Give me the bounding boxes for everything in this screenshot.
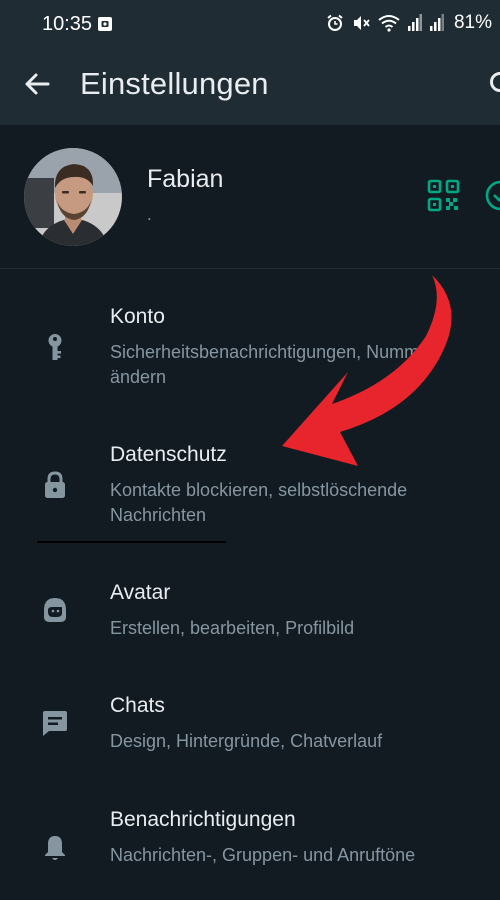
signal-icon-1: [407, 14, 422, 31]
settings-item-title: Konto: [110, 305, 165, 328]
avatar-photo: [24, 148, 122, 246]
avatar[interactable]: [24, 148, 122, 246]
back-arrow-icon[interactable]: [22, 69, 52, 99]
underline-annotation: [37, 541, 226, 543]
settings-item-title: Benachrichtigungen: [110, 808, 296, 831]
chat-icon: [43, 711, 67, 736]
profile-status: .: [147, 205, 152, 224]
settings-item-chats[interactable]: Chats Design, Hintergründe, Chatverlauf: [0, 678, 500, 773]
search-icon[interactable]: [488, 70, 500, 100]
bell-icon: [45, 836, 65, 860]
settings-item-title: Datenschutz: [110, 443, 227, 466]
wifi-icon: [378, 15, 400, 32]
status-bar: 10:35 81%: [0, 0, 500, 50]
lock-icon: [45, 471, 65, 498]
status-time: 10:35: [42, 13, 93, 35]
settings-item-subtitle: Design, Hintergründe, Chatverlauf: [110, 731, 383, 751]
settings-item-subtitle: Kontakte blockieren, selbstlöschende Nac…: [110, 480, 408, 525]
page-title: Einstellungen: [80, 66, 269, 101]
settings-item-subtitle: Nachrichten-, Gruppen- und Anruftöne: [110, 845, 416, 865]
app-bar: Einstellungen: [0, 50, 500, 125]
settings-item-title: Chats: [110, 694, 165, 717]
mute-icon: [353, 16, 370, 30]
profile-section[interactable]: Fabian .: [0, 125, 500, 269]
settings-item-datenschutz[interactable]: Datenschutz Kontakte blockieren, selbstl…: [0, 428, 500, 543]
settings-item-konto[interactable]: Konto Sicherheitsbenachrichtigungen, Num…: [0, 290, 500, 410]
qr-code-icon[interactable]: [427, 179, 460, 212]
alarm-icon: [327, 14, 343, 31]
signal-icon-2: [429, 14, 444, 31]
screenshot-notification-icon: [98, 17, 112, 31]
expand-chevron-icon[interactable]: [484, 179, 500, 212]
status-icons: 81%: [326, 12, 492, 34]
profile-divider: [0, 268, 500, 269]
settings-screen: 10:35 81% Einstellungen Fabian . Konto S…: [0, 0, 500, 900]
settings-item-avatar[interactable]: Avatar Erstellen, bearbeiten, Profilbild: [0, 565, 500, 660]
settings-item-subtitle: Sicherheitsbenachrichtigungen, Nummer än…: [110, 342, 436, 387]
settings-item-subtitle: Erstellen, bearbeiten, Profilbild: [110, 618, 355, 638]
key-icon: [48, 334, 62, 360]
settings-item-title: Avatar: [110, 581, 171, 604]
profile-name: Fabian: [147, 165, 224, 193]
battery-level: 81%: [453, 12, 492, 33]
avatar-face-icon: [44, 598, 66, 622]
settings-item-benachrichtigungen[interactable]: Benachrichtigungen Nachrichten-, Gruppen…: [0, 792, 500, 900]
